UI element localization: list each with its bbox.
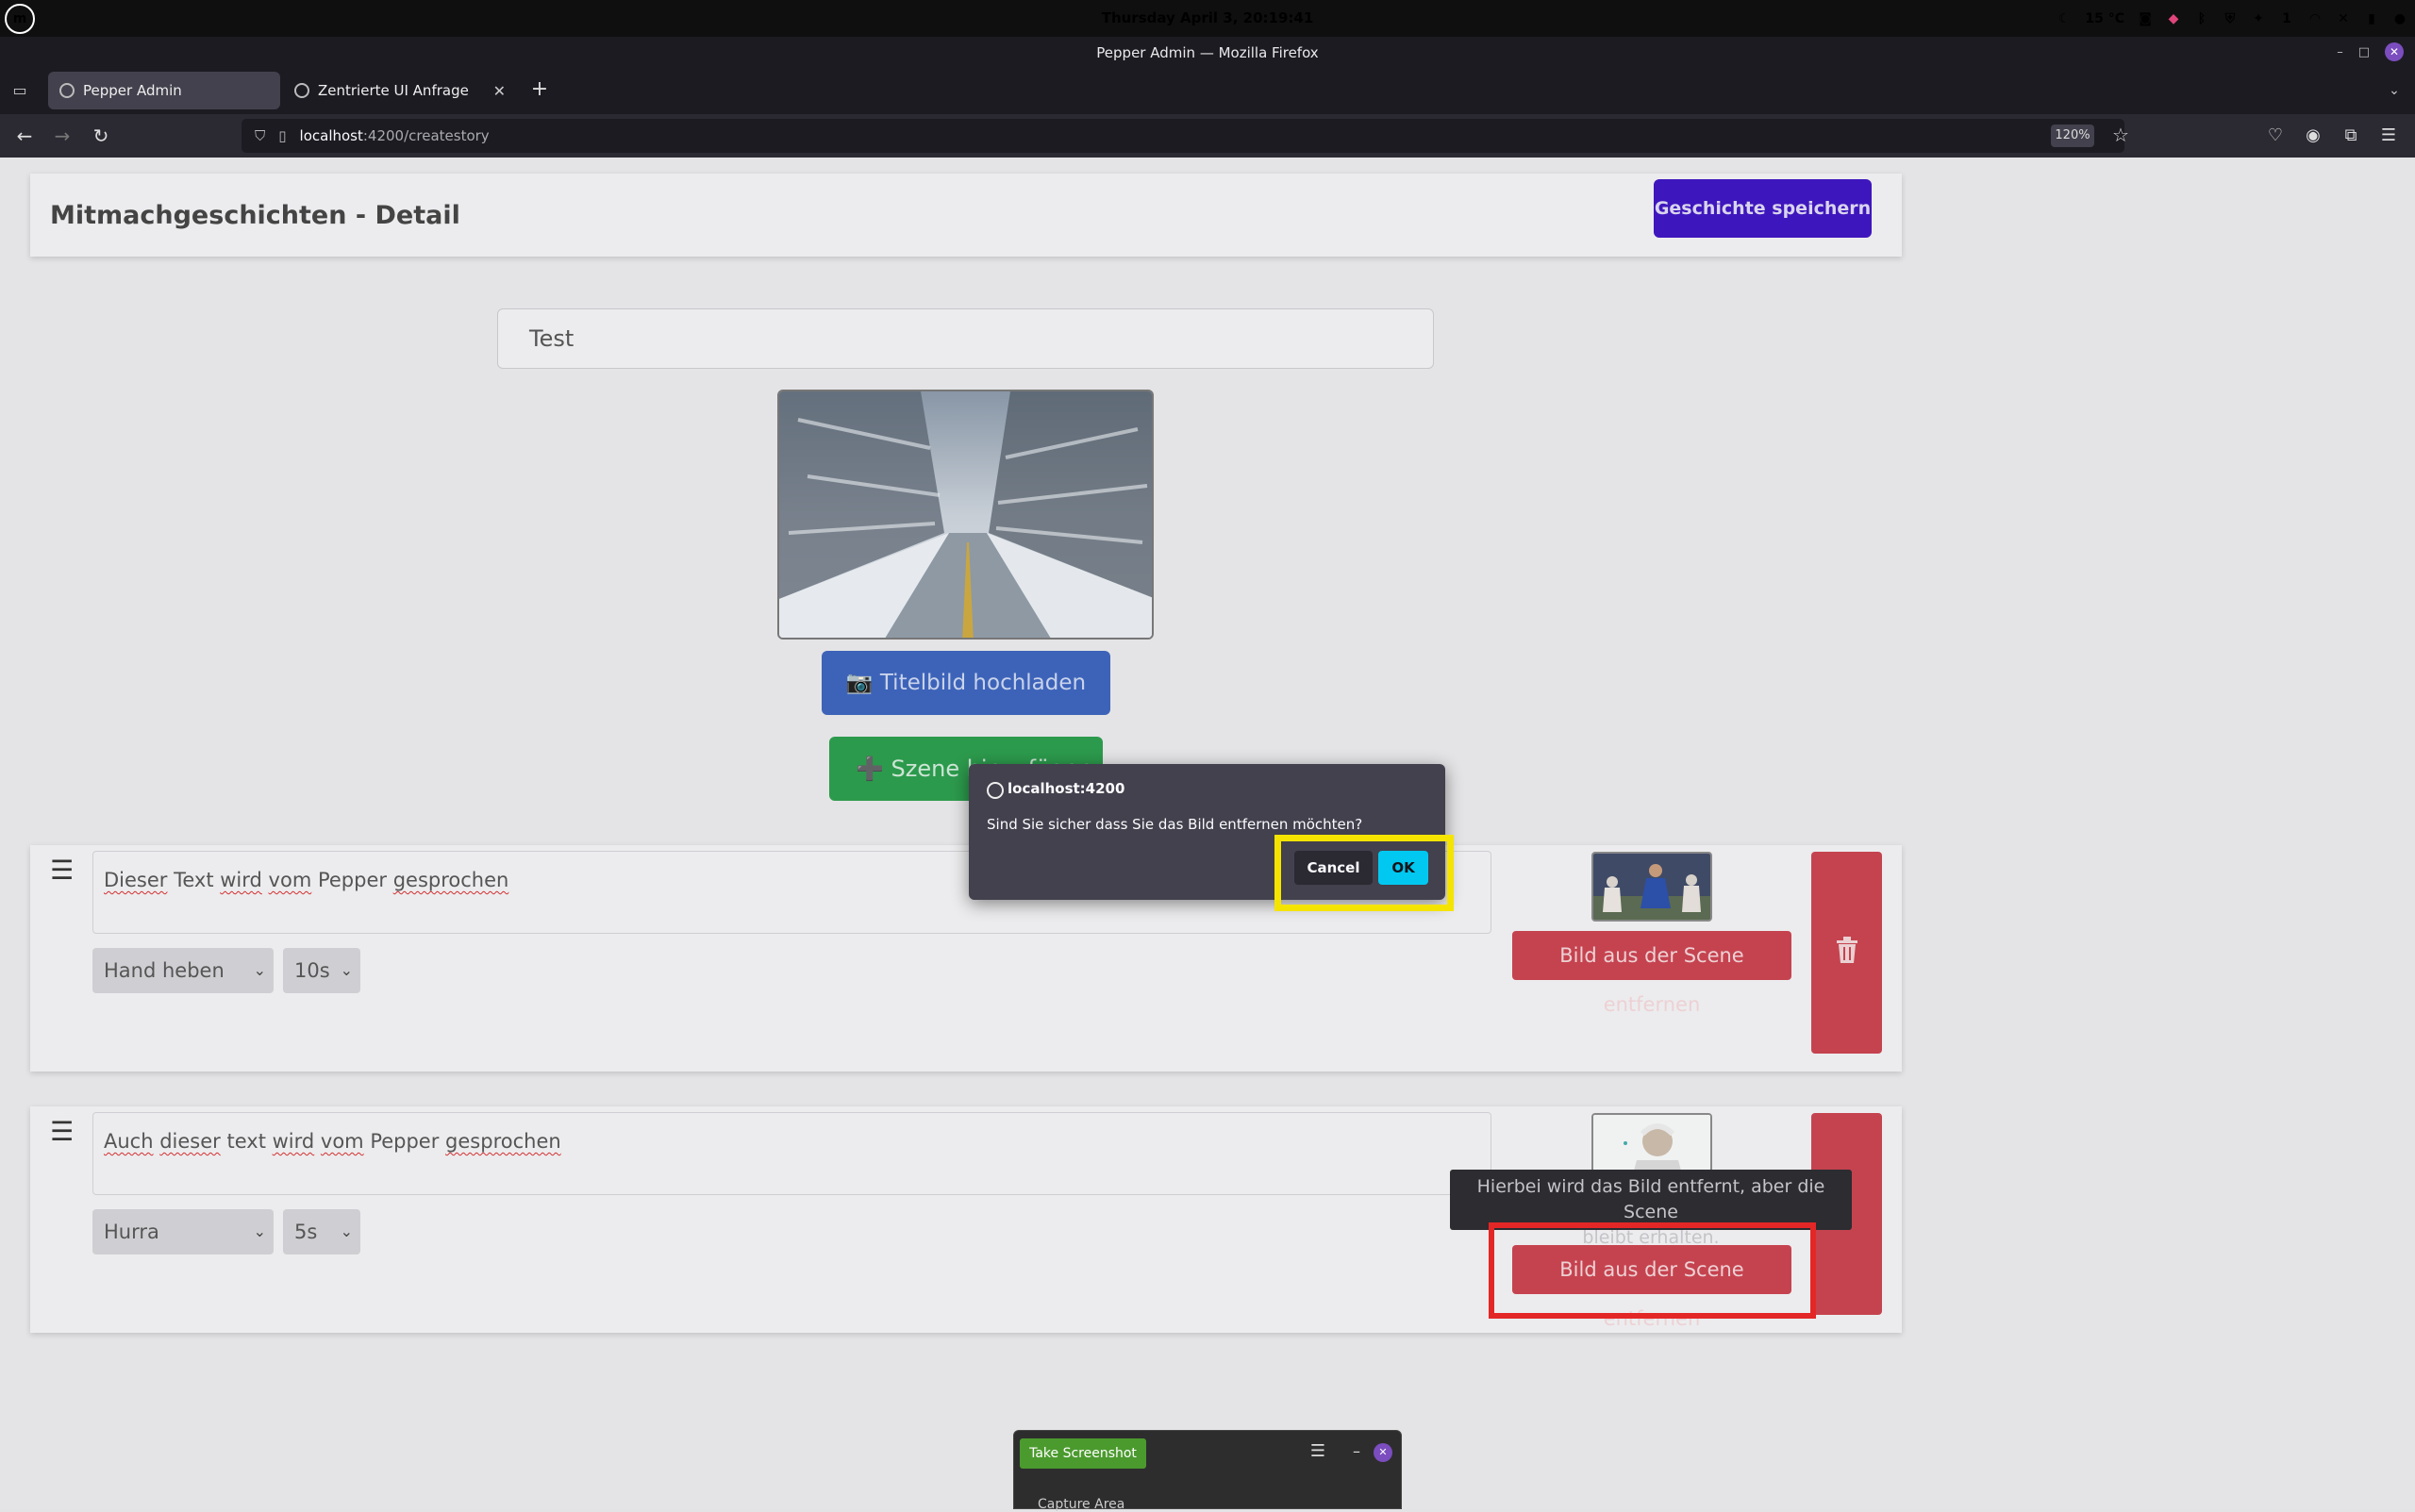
spoken-word: wird	[272, 1130, 315, 1153]
highlight-box-yellow	[1274, 835, 1454, 911]
snowy-road-image	[779, 391, 1152, 638]
spoken-word: Text	[167, 869, 221, 891]
spoken-word: gesprochen	[392, 869, 509, 891]
bookmark-star-icon[interactable]: ☆	[2107, 121, 2135, 149]
spoken-word: dieser	[159, 1130, 221, 1153]
page-title: Mitmachgeschichten - Detail	[50, 201, 460, 230]
forward-arrow-icon[interactable]: →	[47, 121, 77, 151]
tooltip-line: Hierbei wird das Bild entfernt, aber die…	[1476, 1176, 1825, 1222]
window-title: Pepper Admin — Mozilla Firefox	[0, 37, 2415, 69]
duration-select[interactable]: 10s ⌄	[283, 948, 360, 993]
duration-value: 10s	[294, 959, 330, 982]
notification-count: 1	[2282, 10, 2291, 26]
tab-label: Pepper Admin	[83, 82, 182, 99]
spoken-word: Auch	[104, 1130, 154, 1153]
duration-value: 5s	[294, 1221, 318, 1243]
firefox-view-icon[interactable]: ▭	[8, 79, 31, 102]
drag-handle-icon[interactable]: ☰	[50, 856, 78, 885]
gesture-select[interactable]: Hand heben ⌄	[92, 948, 274, 993]
tab-pepper-admin[interactable]: Pepper Admin	[48, 72, 280, 109]
tab-favicon-icon	[294, 83, 309, 98]
wifi-icon[interactable]: ◠	[2307, 10, 2323, 27]
tracking-shield-icon[interactable]: ⛉	[255, 127, 265, 144]
drag-handle-icon[interactable]: ☰	[50, 1118, 78, 1146]
reload-icon[interactable]: ↻	[86, 121, 116, 151]
capture-area-option[interactable]: Capture Area	[1038, 1497, 1124, 1512]
trash-icon	[1835, 936, 1859, 971]
highlight-box-red	[1489, 1222, 1816, 1319]
spoken-word: Dieser	[104, 869, 168, 891]
discord-icon[interactable]: ◙	[2138, 10, 2153, 27]
url-path: :4200/createstory	[362, 127, 490, 144]
minimize-icon[interactable]: –	[1347, 1440, 1366, 1463]
chevron-down-icon: ⌄	[340, 961, 353, 979]
chevron-down-icon: ⌄	[253, 1222, 266, 1240]
chevron-down-icon: ⌄	[253, 961, 266, 979]
remove-image-button[interactable]: Bild aus der Scene entfernen	[1512, 931, 1791, 1016]
bluetooth-icon[interactable]: ᛒ	[2194, 10, 2209, 27]
scene-text-input[interactable]: Auch dieser text wird vom Pepper gesproc…	[92, 1112, 1491, 1195]
spoken-word	[262, 869, 269, 891]
tab-zentrierte-ui[interactable]: Zentrierte UI Anfrage ✕	[283, 72, 515, 109]
take-screenshot-button[interactable]: Take Screenshot	[1020, 1438, 1146, 1469]
weather-temp[interactable]: 15 °C	[2085, 10, 2124, 27]
night-mode-icon[interactable]: ☾	[2057, 10, 2072, 27]
dialog-message: Sind Sie sicher dass Sie das Bild entfer…	[987, 816, 1363, 833]
system-clock[interactable]: Thursday April 3, 20:19:41	[0, 0, 2415, 37]
spoken-word: wird	[220, 869, 262, 891]
new-tab-icon[interactable]: +	[525, 75, 554, 104]
volume-icon[interactable]: ✕	[2336, 10, 2351, 27]
delete-scene-button[interactable]	[1811, 852, 1882, 1054]
minimize-icon[interactable]: –	[2337, 45, 2343, 59]
spoken-word: Pepper	[363, 1130, 446, 1153]
gesture-value: Hurra	[104, 1221, 159, 1243]
gesture-value: Hand heben	[104, 959, 225, 982]
spoken-word	[314, 1130, 321, 1153]
spoken-word: Pepper	[311, 869, 393, 891]
upload-title-image-button[interactable]: 📷 Titelbild hochladen	[822, 651, 1110, 715]
back-arrow-icon[interactable]: ←	[9, 121, 40, 151]
story-title-input[interactable]: Test	[497, 308, 1434, 369]
dialog-origin: localhost:4200	[1008, 780, 1125, 797]
chevron-down-icon: ⌄	[340, 1222, 353, 1240]
gesture-select[interactable]: Hurra ⌄	[92, 1209, 274, 1254]
spoken-word: gesprochen	[445, 1130, 561, 1153]
url-host: localhost	[299, 127, 363, 144]
account-icon[interactable]: ◉	[2298, 121, 2328, 151]
window-controls: – □ ✕	[2337, 42, 2404, 61]
tab-favicon-icon	[59, 83, 75, 98]
tab-close-icon[interactable]: ✕	[493, 82, 506, 100]
url-bar[interactable]: ⛉ ▯ localhost:4200/createstory	[242, 119, 2124, 153]
pocket-icon[interactable]: ♡	[2260, 121, 2290, 151]
spoken-word: vom	[268, 869, 312, 891]
title-image	[777, 390, 1154, 640]
close-icon[interactable]: ✕	[1374, 1443, 1392, 1462]
close-window-icon[interactable]: ✕	[2385, 42, 2404, 61]
scene-image-thumbnail	[1591, 852, 1712, 922]
hamburger-menu-icon[interactable]: ☰	[1307, 1440, 1329, 1463]
spoken-word: text	[220, 1130, 273, 1153]
tab-label: Zentrierte UI Anfrage	[318, 82, 469, 99]
shield-icon[interactable]: ⛨	[2223, 10, 2238, 27]
app-menu-icon[interactable]: ☰	[2373, 121, 2404, 151]
system-tray: ☾ 15 °C ◙ ◆ ᛒ ⛨ ✦ 1 ◠ ✕ ▮ ●	[2057, 0, 2407, 37]
spoken-word: vom	[320, 1130, 364, 1153]
globe-icon	[987, 782, 1004, 799]
football-player-image	[1593, 854, 1710, 920]
zoom-level-badge[interactable]: 120%	[2051, 125, 2094, 147]
maximize-icon[interactable]: □	[2358, 45, 2370, 59]
list-tabs-chevron-icon[interactable]: ⌄	[2383, 79, 2406, 102]
duration-select[interactable]: 5s ⌄	[283, 1209, 360, 1254]
save-story-button[interactable]: Geschichte speichern	[1654, 179, 1872, 238]
remove-image-tooltip: Hierbei wird das Bild entfernt, aber die…	[1450, 1170, 1852, 1248]
page-info-icon[interactable]: ▯	[278, 127, 286, 144]
app-indicator-icon[interactable]: ◆	[2166, 10, 2181, 27]
notification-icon[interactable]: ✦	[2251, 10, 2266, 27]
user-icon[interactable]: ●	[2392, 10, 2407, 27]
extensions-icon[interactable]: ⧉	[2336, 121, 2366, 151]
battery-icon[interactable]: ▮	[2364, 10, 2379, 27]
